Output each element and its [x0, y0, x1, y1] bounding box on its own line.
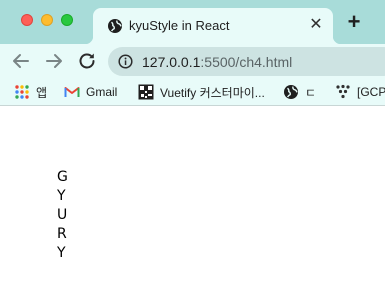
letter-item: R — [57, 226, 67, 242]
url-path: :5500/ch4.html — [200, 54, 293, 70]
arrow-left-icon[interactable] — [9, 49, 33, 73]
window-minimize-button[interactable] — [41, 14, 53, 26]
window-maximize-button[interactable] — [61, 14, 73, 26]
bookmark-gcp[interactable]: [GCP — [335, 84, 385, 100]
tab-title: kyuStyle in React — [129, 18, 230, 33]
bookmark-d[interactable]: ㄷ — [283, 84, 316, 100]
bookmark-apps[interactable]: 앱 — [14, 84, 47, 100]
url-text: 127.0.0.1:5500/ch4.html — [142, 54, 292, 70]
letter-item: Y — [57, 245, 66, 261]
bookmark-vuetify[interactable]: Vuetify 커스터마이... — [138, 84, 265, 100]
tab-strip: kyuStyle in React ✕ + — [0, 0, 385, 44]
address-bar[interactable]: 127.0.0.1:5500/ch4.html — [108, 47, 385, 76]
apps-grid-icon — [14, 84, 30, 100]
vertical-letter-list: G Y U R Y — [57, 168, 68, 263]
letter-item: G — [57, 169, 68, 185]
globe-icon — [283, 84, 299, 100]
browser-tab[interactable]: kyuStyle in React ✕ — [85, 8, 341, 44]
close-icon[interactable]: ✕ — [307, 16, 325, 34]
browser-toolbar: 127.0.0.1:5500/ch4.html — [0, 44, 385, 78]
url-host: 127.0.0.1 — [142, 54, 201, 70]
bookmark-gmail[interactable]: Gmail — [64, 84, 117, 100]
gcp-icon — [335, 84, 351, 100]
letter-item: Y — [57, 188, 66, 204]
letter-item: U — [57, 207, 68, 223]
new-tab-button[interactable]: + — [343, 11, 365, 33]
bookmark-label: ㄷ — [305, 85, 317, 100]
gmail-icon — [64, 84, 80, 100]
bookmark-label: Vuetify 커스터마이... — [160, 85, 265, 100]
info-icon[interactable] — [118, 54, 133, 69]
globe-icon — [107, 18, 123, 34]
bookmark-label: 앱 — [36, 85, 48, 100]
arrow-right-icon[interactable] — [42, 49, 66, 73]
window-close-button[interactable] — [21, 14, 33, 26]
page-content: G Y U R Y — [0, 107, 385, 299]
bookmark-label: [GCP — [357, 85, 385, 99]
reload-icon[interactable] — [75, 49, 99, 73]
bookmark-label: Gmail — [86, 85, 118, 99]
bookmarks-bar: 앱 Gmail Vuetify 커스터마이... ㄷ [GCP — [0, 78, 385, 106]
vuetify-icon — [138, 84, 154, 100]
